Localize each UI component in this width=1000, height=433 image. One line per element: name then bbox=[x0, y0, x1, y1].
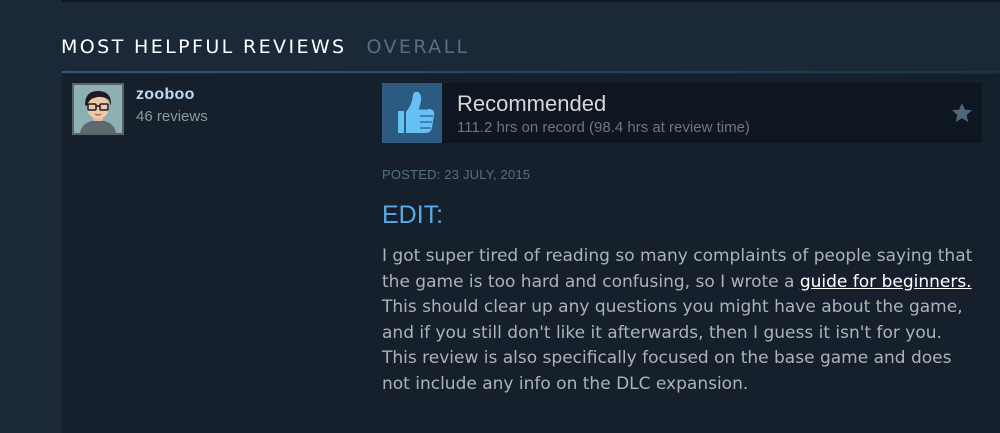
review-body: I got super tired of reading so many com… bbox=[382, 244, 982, 397]
tab-overall[interactable]: OVERALL bbox=[367, 36, 470, 58]
author-name[interactable]: zooboo bbox=[136, 86, 208, 104]
review-card: zooboo 46 reviews Recommended 111.2 hrs … bbox=[62, 74, 1000, 433]
vote-label: Recommended bbox=[457, 91, 607, 116]
thumbs-up-icon bbox=[398, 91, 435, 133]
guide-link[interactable]: guide for beginners. bbox=[800, 272, 972, 292]
author-meta: zooboo 46 reviews bbox=[136, 83, 208, 135]
review-tabs: MOST HELPFUL REVIEWS OVERALL bbox=[61, 36, 470, 58]
posted-date: POSTED: 23 JULY, 2015 bbox=[382, 167, 531, 182]
thumb-box bbox=[382, 83, 442, 143]
review-body-text-continued: This should clear up any questions you m… bbox=[382, 297, 963, 394]
review-heading: EDIT: bbox=[382, 201, 444, 229]
avatar-image bbox=[74, 85, 122, 133]
vote-header[interactable]: Recommended 111.2 hrs on record (98.4 hr… bbox=[382, 83, 982, 143]
star-icon[interactable] bbox=[950, 101, 974, 125]
tab-underline bbox=[62, 71, 1000, 73]
top-divider bbox=[62, 0, 1000, 2]
hours-on-record: 111.2 hrs on record (98.4 hrs at review … bbox=[457, 119, 750, 136]
review-author: zooboo 46 reviews bbox=[72, 83, 208, 135]
avatar[interactable] bbox=[72, 83, 124, 135]
tab-most-helpful[interactable]: MOST HELPFUL REVIEWS bbox=[61, 36, 347, 58]
author-review-count[interactable]: 46 reviews bbox=[136, 108, 208, 125]
